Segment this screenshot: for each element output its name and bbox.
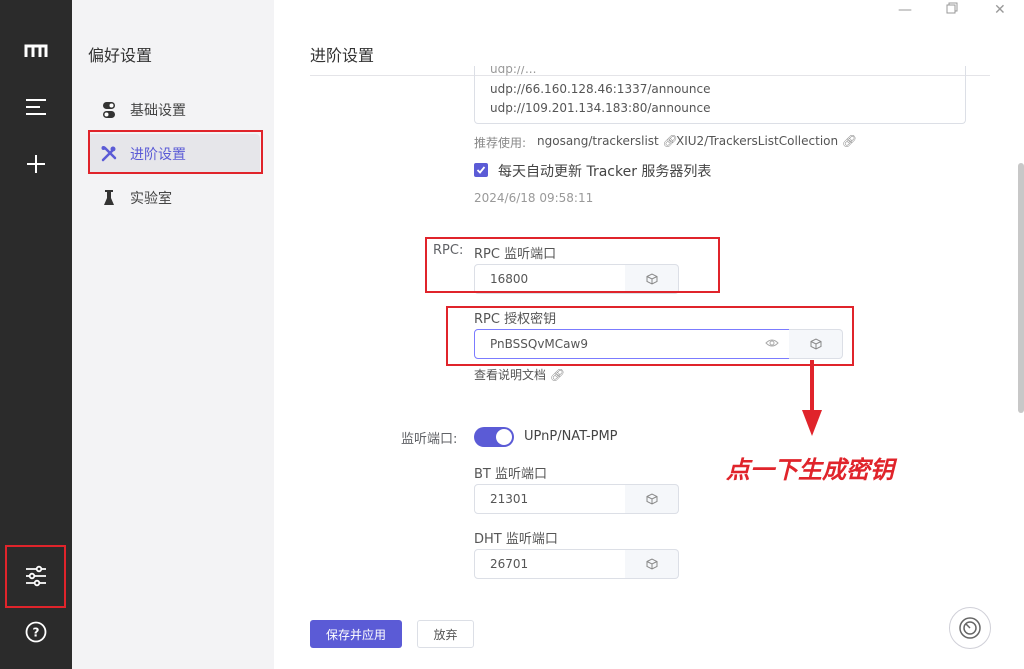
rpc-port-copy-button[interactable]: [625, 264, 679, 294]
svg-text:?: ?: [33, 626, 40, 640]
trackerslist-link[interactable]: ngosang/trackerslist 🔗︎: [537, 134, 678, 148]
bt-port-label: BT 监听端口: [474, 467, 547, 482]
upnp-switch[interactable]: [474, 427, 514, 447]
generate-secret-button[interactable]: [789, 329, 843, 359]
tracker-line: udp://66.160.128.46:1337/announce: [490, 82, 711, 96]
last-updated-time: 2024/6/18 09:58:11: [474, 191, 594, 205]
bt-port-random-button[interactable]: [625, 484, 679, 514]
preferences-icon[interactable]: [16, 556, 56, 596]
sidebar-item-lab[interactable]: 实验室: [88, 178, 260, 218]
cube-icon: [646, 490, 658, 509]
auto-update-checkbox[interactable]: [474, 163, 488, 177]
dht-port-random-button[interactable]: [625, 549, 679, 579]
page-title: 进阶设置: [310, 46, 375, 65]
sidebar-item-label: 实验室: [130, 191, 172, 207]
menu-icon[interactable]: [16, 87, 56, 127]
sidebar-item-label: 进阶设置: [130, 147, 186, 163]
tracker-line: udp://109.201.134.183:80/announce: [490, 101, 711, 115]
rpc-port-input[interactable]: 16800: [474, 264, 626, 294]
sidebar-item-label: 基础设置: [130, 103, 186, 119]
motrix-logo-icon[interactable]: [16, 31, 56, 71]
rpc-port-label: RPC 监听端口: [474, 247, 557, 262]
annotation-text: 点一下生成密钥: [726, 456, 894, 484]
close-icon[interactable]: ✕: [994, 2, 1006, 18]
arrow-down-icon: [802, 360, 822, 436]
save-apply-button[interactable]: 保存并应用: [310, 620, 402, 648]
dht-port-label: DHT 监听端口: [474, 532, 558, 547]
sidebar-item-advanced[interactable]: 进阶设置: [88, 134, 260, 174]
discard-button[interactable]: 放弃: [417, 620, 474, 648]
upnp-label: UPnP/NAT-PMP: [524, 429, 618, 444]
auto-update-label: 每天自动更新 Tracker 服务器列表: [498, 164, 712, 180]
restore-icon[interactable]: [946, 2, 958, 18]
rpc-section-label: RPC:: [433, 243, 464, 258]
minimize-icon[interactable]: —: [898, 2, 912, 18]
cube-icon: [810, 335, 822, 354]
preferences-sidebar: 偏好设置 基础设置 进阶设置 实验室: [72, 0, 274, 669]
app-rail: ?: [0, 0, 72, 669]
docs-link[interactable]: 查看说明文档 🔗︎: [474, 366, 565, 383]
cube-icon: [646, 270, 658, 289]
trackers-collection-link[interactable]: XIU2/TrackersListCollection 🔗︎: [676, 134, 857, 148]
add-icon[interactable]: [16, 144, 56, 184]
tracker-list-textarea[interactable]: udp://... udp://66.160.128.46:1337/annou…: [474, 66, 966, 124]
cube-icon: [646, 555, 658, 574]
scrollbar-thumb[interactable]: [1018, 163, 1024, 413]
bt-port-input[interactable]: 21301: [474, 484, 626, 514]
flask-icon: [100, 189, 118, 207]
rpc-secret-label: RPC 授权密钥: [474, 312, 557, 327]
help-icon[interactable]: ?: [16, 612, 56, 652]
eye-icon[interactable]: [765, 330, 779, 358]
toggle-icon: [100, 101, 118, 119]
sidebar-title: 偏好设置: [88, 46, 153, 65]
main-panel: — ✕ 进阶设置 udp://... udp://66.160.128.46:1…: [274, 0, 1024, 669]
ports-section-label: 监听端口:: [401, 432, 458, 447]
tools-icon: [100, 145, 118, 163]
rpc-secret-input[interactable]: PnBSSQvMCaw9: [474, 329, 790, 359]
tracker-line-partial: udp://...: [490, 66, 537, 76]
sidebar-item-basic[interactable]: 基础设置: [88, 90, 260, 130]
dht-port-input[interactable]: 26701: [474, 549, 626, 579]
speedometer-icon[interactable]: [949, 607, 991, 649]
recommend-label: 推荐使用:: [474, 136, 527, 150]
